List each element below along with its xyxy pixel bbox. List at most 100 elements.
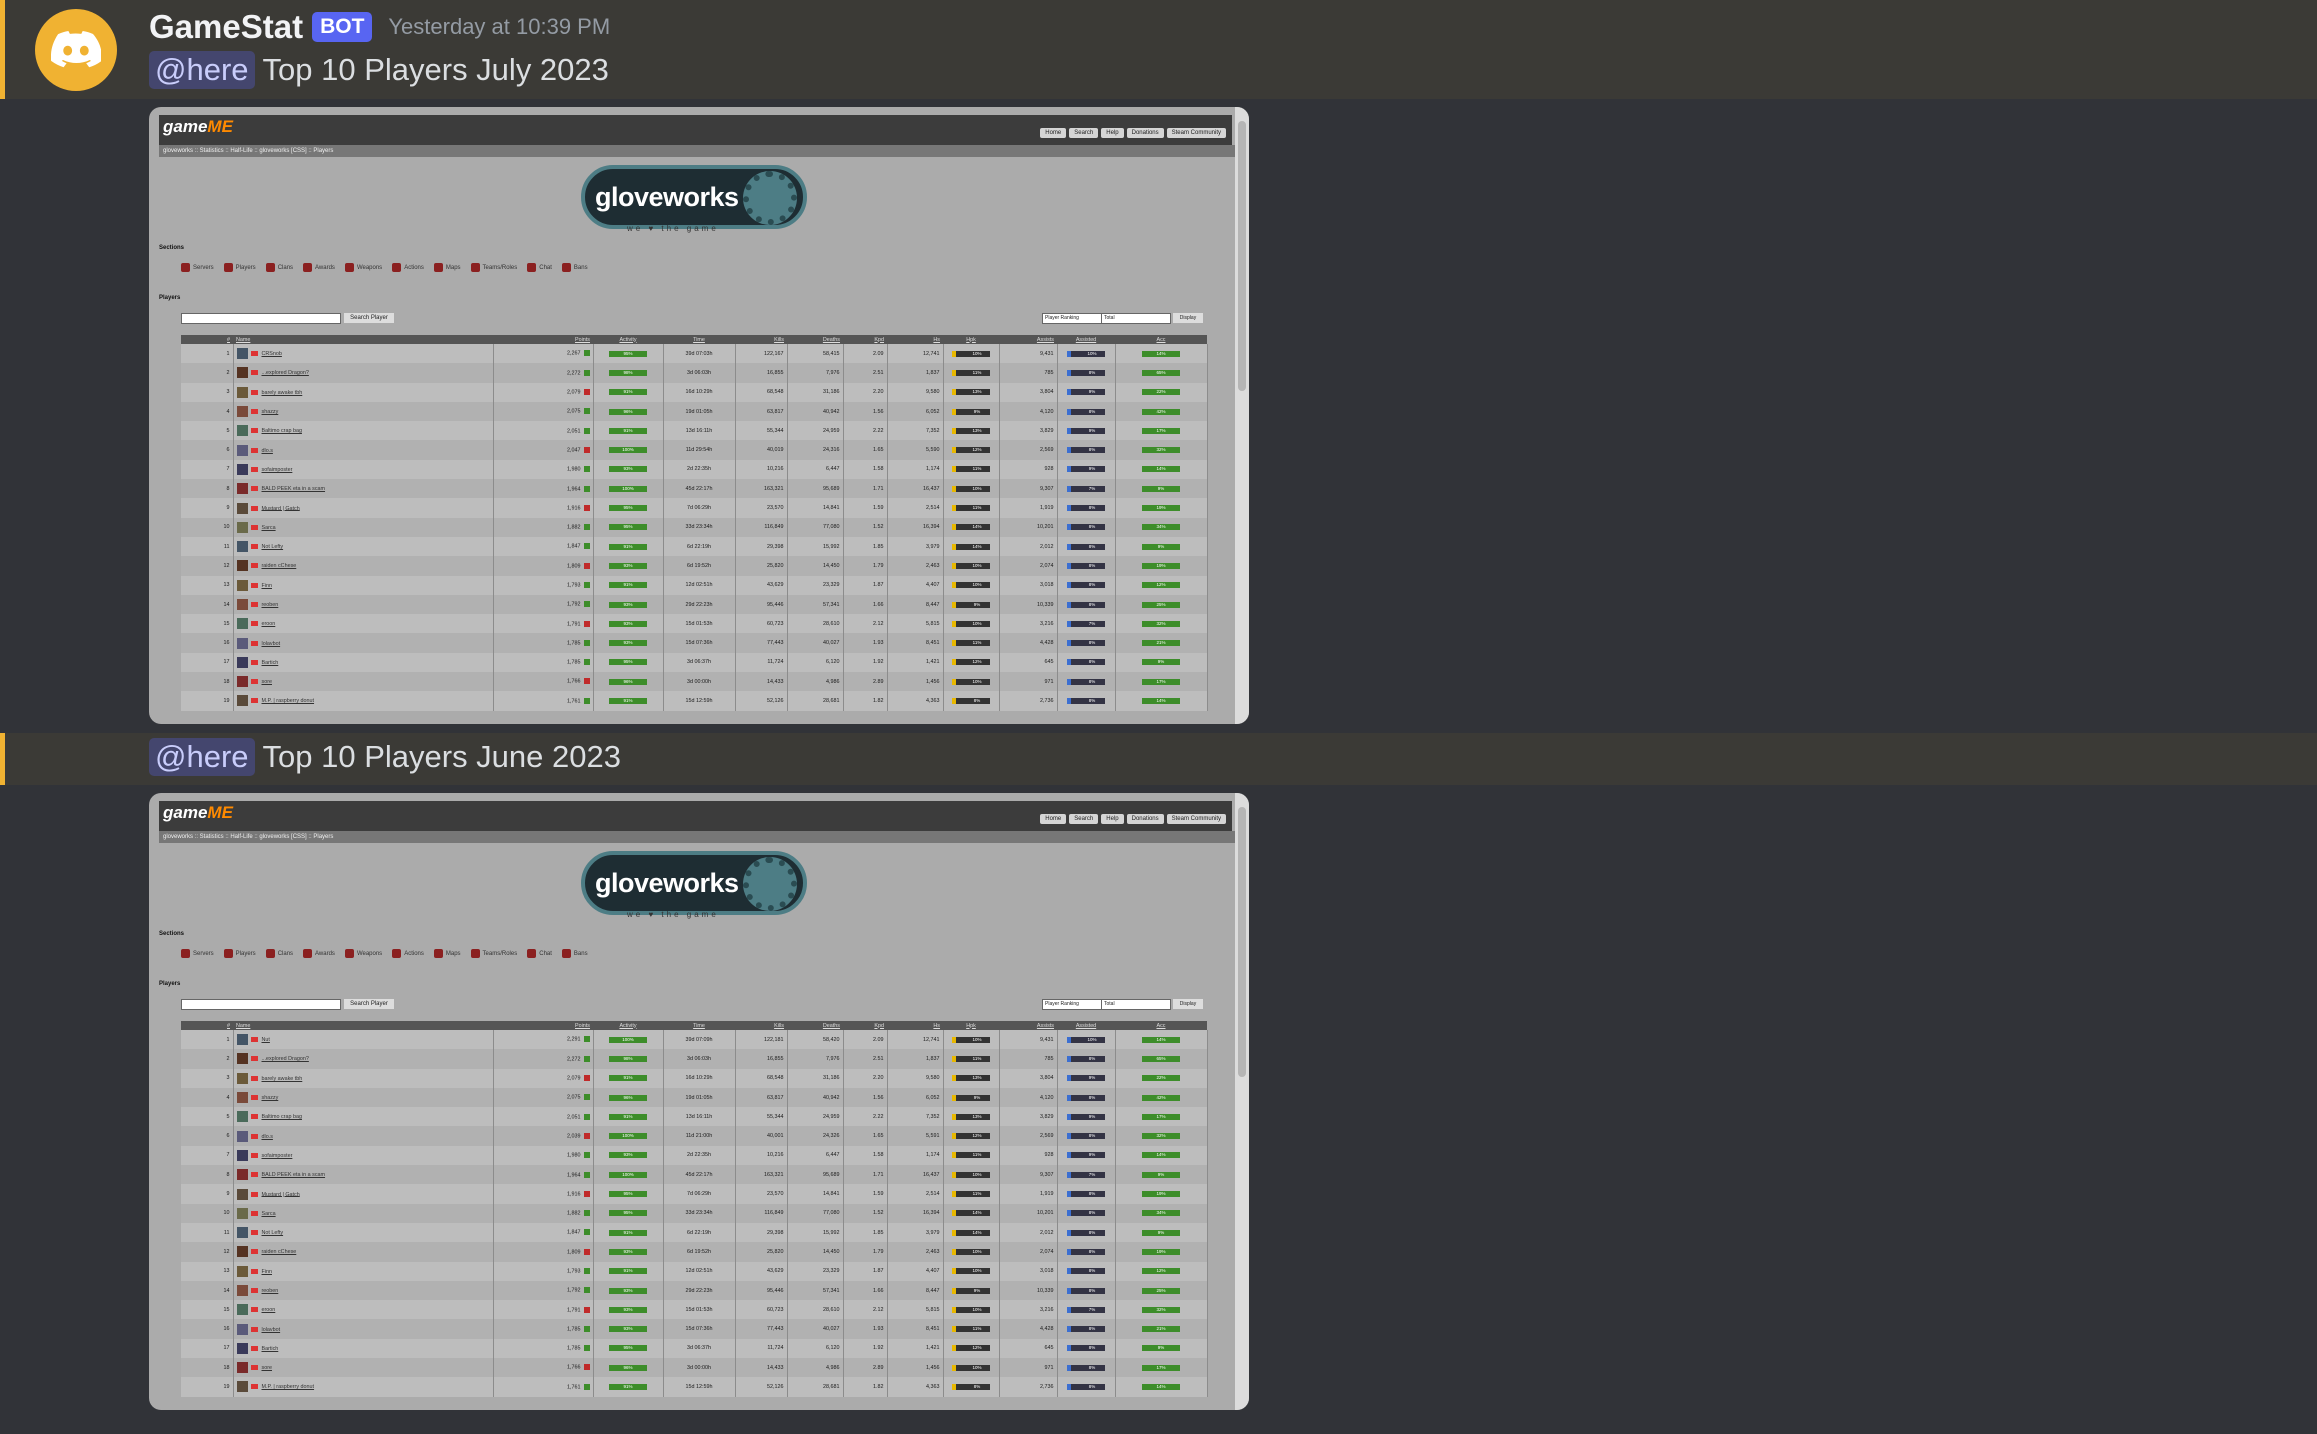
scrollbar-thumb[interactable] <box>1238 807 1246 1077</box>
col-points[interactable]: Points <box>493 335 593 344</box>
player-name-link[interactable]: Not Lefty <box>262 1230 284 1236</box>
table-row[interactable]: 14 reoben 1,792 93% 29d 22:23h 95,446 57,341 1.… <box>181 1280 1208 1301</box>
section-awards[interactable]: Awards <box>303 263 335 272</box>
player-name-link[interactable]: Sarca <box>262 525 276 531</box>
player-name-link[interactable]: sofaimposter <box>262 1153 293 1159</box>
player-name-link[interactable]: reoben <box>262 1288 279 1294</box>
table-row[interactable]: 12 raiden cChese 1,809 93% 6d 19:52h 25,820 14… <box>181 1242 1208 1262</box>
player-name-link[interactable]: Bartich <box>262 1346 279 1352</box>
player-name-link[interactable]: dlo.s <box>262 448 273 454</box>
nav-help[interactable]: Help <box>1101 128 1124 138</box>
col-hs[interactable]: Hs <box>887 1021 943 1030</box>
table-row[interactable]: 6 dlo.s 2,039 100% 11d 21:00h 40,001 24,326 1.6… <box>181 1126 1208 1146</box>
col-deaths[interactable]: Deaths <box>787 335 843 344</box>
col-points[interactable]: Points <box>493 1021 593 1030</box>
player-name-link[interactable]: ...explored Dragon? <box>262 370 309 376</box>
col-assisted[interactable]: Assisted <box>1057 1021 1115 1030</box>
player-name-link[interactable]: Mustard | Gatch <box>262 505 300 511</box>
player-name-link[interactable]: barely awake tbh <box>262 1076 303 1082</box>
search-player-input[interactable] <box>181 999 341 1010</box>
col-deaths[interactable]: Deaths <box>787 1021 843 1030</box>
player-name-link[interactable]: Finn <box>262 583 273 589</box>
table-row[interactable]: 16 lolavbot 1,785 93% 15d 07:36h 77,443 40,027… <box>181 633 1208 653</box>
screenshot-attachment-june[interactable]: gameME Home Search Help Donations Steam … <box>149 793 1249 1410</box>
col-assists[interactable]: Assists <box>999 1021 1057 1030</box>
player-name-link[interactable]: Nut <box>262 1037 270 1043</box>
nav-search[interactable]: Search <box>1069 128 1099 138</box>
col-time[interactable]: Time <box>663 335 735 344</box>
table-row[interactable]: 2 ...explored Dragon? 2,272 98% 3d 06:03h 16,… <box>181 1049 1208 1069</box>
table-row[interactable]: 10 Sarca 1,882 95% 33d 23:34h 116,849 77,080 1.… <box>181 1203 1208 1223</box>
col-rank[interactable]: # <box>181 1021 233 1030</box>
section-servers[interactable]: Servers <box>181 949 214 958</box>
player-name-link[interactable]: lolavbot <box>262 1327 281 1333</box>
table-row[interactable]: 2 ...explored Dragon? 2,272 98% 3d 06:03h 16,… <box>181 363 1208 383</box>
here-mention[interactable]: @here <box>149 51 255 89</box>
table-row[interactable]: 1 Nut 2,291 100% 39d 07:09h 122,181 58,420 2.09… <box>181 1030 1208 1050</box>
section-teams-roles[interactable]: Teams/Roles <box>470 949 517 958</box>
table-row[interactable]: 10 Sarca 1,882 95% 33d 23:34h 116,849 77,080 1.… <box>181 517 1208 537</box>
player-name-link[interactable]: Bartich <box>262 660 279 666</box>
nav-donations[interactable]: Donations <box>1126 814 1164 824</box>
col-rank[interactable]: # <box>181 335 233 344</box>
nav-search[interactable]: Search <box>1069 814 1099 824</box>
col-kpd[interactable]: Kpd <box>843 1021 887 1030</box>
player-name-link[interactable]: barely awake tbh <box>262 390 303 396</box>
here-mention[interactable]: @here <box>149 738 255 776</box>
table-row[interactable]: 15 eroon 1,791 93% 15d 01:53h 60,723 28,610 2.1… <box>181 614 1208 634</box>
table-row[interactable]: 15 eroon 1,791 93% 15d 01:53h 60,723 28,610 2.1… <box>181 1300 1208 1320</box>
section-clans[interactable]: Clans <box>265 949 293 958</box>
table-row[interactable]: 9 Mustard | Gatch 1,916 95% 7d 06:29h 23,570 1… <box>181 498 1208 518</box>
table-row[interactable]: 19 M.P. | raspberry donut 1,761 91% 15d 12:5… <box>181 1377 1208 1397</box>
search-player-input[interactable] <box>181 313 341 324</box>
player-name-link[interactable]: sore <box>262 679 273 685</box>
table-row[interactable]: 17 Bartich 1,785 95% 3d 06:37h 11,724 6,120 1.9… <box>181 652 1208 673</box>
bot-avatar[interactable] <box>35 9 117 91</box>
col-assisted[interactable]: Assisted <box>1057 335 1115 344</box>
col-kills[interactable]: Kills <box>735 335 787 344</box>
section-actions[interactable]: Actions <box>392 263 424 272</box>
section-awards[interactable]: Awards <box>303 949 335 958</box>
player-name-link[interactable]: M.P. | raspberry donut <box>262 698 315 704</box>
section-bans[interactable]: Bans <box>561 263 588 272</box>
attachment-scrollbar[interactable] <box>1235 793 1249 1410</box>
player-name-link[interactable]: Baltimo crap bag <box>262 428 302 434</box>
player-name-link[interactable]: Not Lefty <box>262 544 284 550</box>
table-row[interactable]: 19 M.P. | raspberry donut 1,761 91% 15d 12:5… <box>181 691 1208 711</box>
nav-donations[interactable]: Donations <box>1126 128 1164 138</box>
col-name[interactable]: Name <box>233 335 493 344</box>
table-row[interactable]: 4 shazzy 2,075 96% 19d 01:05h 63,817 40,942 1.5… <box>181 1087 1208 1108</box>
table-row[interactable]: 8 BALD PEEK eta in a scam 1,964 100% 45d 22:… <box>181 1165 1208 1185</box>
table-row[interactable]: 18 sore 1,766 96% 3d 00:00h 14,433 4,986 2.89 1,… <box>181 672 1208 692</box>
display-button[interactable]: Display <box>1173 999 1203 1009</box>
period-select[interactable]: Total <box>1101 313 1171 324</box>
attachment-scrollbar[interactable] <box>1235 107 1249 724</box>
player-name-link[interactable]: eroon <box>262 1307 276 1313</box>
col-kills[interactable]: Kills <box>735 1021 787 1030</box>
col-time[interactable]: Time <box>663 1021 735 1030</box>
nav-home[interactable]: Home <box>1040 128 1067 138</box>
table-row[interactable]: 8 BALD PEEK eta in a scam 1,964 100% 45d 22:… <box>181 479 1208 499</box>
table-row[interactable]: 6 dlo.s 2,047 100% 11d 29:54h 40,019 24,316 1.6… <box>181 440 1208 460</box>
player-name-link[interactable]: BALD PEEK eta in a scam <box>262 1172 326 1178</box>
table-row[interactable]: 5 Baltimo crap bag 2,051 91% 13d 16:11h 55,34… <box>181 421 1208 441</box>
player-name-link[interactable]: lolavbot <box>262 641 281 647</box>
table-row[interactable]: 7 sofaimposter 1,980 93% 2d 22:35h 10,216 6,44… <box>181 459 1208 480</box>
table-row[interactable]: 3 barely awake tbh 2,079 91% 16d 10:29h 68,54… <box>181 382 1208 402</box>
section-servers[interactable]: Servers <box>181 263 214 272</box>
col-kpd[interactable]: Kpd <box>843 335 887 344</box>
col-acc[interactable]: Acc <box>1115 335 1207 344</box>
section-chat[interactable]: Chat <box>527 949 552 958</box>
player-name-link[interactable]: sore <box>262 1365 273 1371</box>
ranking-select[interactable]: Player Ranking <box>1042 313 1102 324</box>
player-name-link[interactable]: shazzy <box>262 1095 279 1101</box>
col-hpk[interactable]: Hpk <box>943 335 999 344</box>
table-row[interactable]: 11 Not Lefty 1,847 91% 6d 22:19h 29,398 15,992… <box>181 1222 1208 1243</box>
table-row[interactable]: 7 sofaimposter 1,980 93% 2d 22:35h 10,216 6,44… <box>181 1145 1208 1166</box>
nav-help[interactable]: Help <box>1101 814 1124 824</box>
table-row[interactable]: 12 raiden cChese 1,809 93% 6d 19:52h 25,820 14… <box>181 556 1208 576</box>
table-row[interactable]: 3 barely awake tbh 2,079 91% 16d 10:29h 68,54… <box>181 1068 1208 1088</box>
col-name[interactable]: Name <box>233 1021 493 1030</box>
player-name-link[interactable]: raiden cChese <box>262 1249 297 1255</box>
ranking-select[interactable]: Player Ranking <box>1042 999 1102 1010</box>
